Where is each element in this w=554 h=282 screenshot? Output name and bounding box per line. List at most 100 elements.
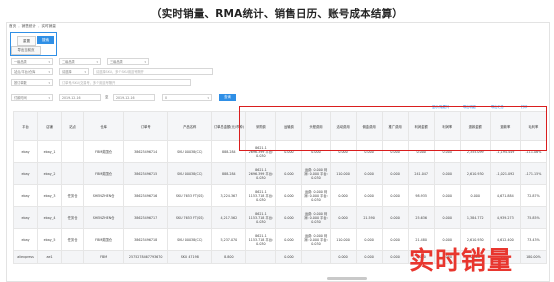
- table-row[interactable]: ebay ebay_4 任务仓 SHENZHEN仓 38623496717 SKU 765…: [12, 206, 548, 229]
- category-level2-select[interactable]: 二级品类 ▾: [59, 58, 101, 65]
- table-cell: SKU 00038(CC): [167, 228, 213, 251]
- column-header[interactable]: 平台: [12, 111, 39, 141]
- order-search-input[interactable]: 订单号/SKU/交易号，多个用逗号隔开: [59, 79, 191, 86]
- table-cell: 0.000: [329, 206, 357, 229]
- table-cell: 运费: 0.000 利润: 0.000 平台: 0.030: [301, 228, 331, 251]
- category-level3-select[interactable]: 三级品类 ▾: [107, 58, 149, 65]
- end-date-input[interactable]: 2019-12-16: [113, 94, 155, 101]
- table-row[interactable]: ebay ebay_3 任务仓 SHENZHEN仓 38623496716 SKU 765…: [12, 184, 548, 207]
- table-cell: 8621.1 1153.718 平台: 0.030: [245, 206, 277, 229]
- column-header[interactable]: 店铺: [37, 111, 63, 141]
- table-cell: 8.800: [211, 250, 247, 264]
- breadcrumb-item: 实时销量: [41, 24, 56, 28]
- table-cell: ebay: [12, 162, 39, 185]
- breadcrumb: 首页 › 销售统计 › 实时销量: [9, 24, 56, 29]
- table-cell: 5,237.070: [211, 228, 247, 251]
- column-header[interactable]: 仓库: [83, 111, 125, 141]
- table-cell: 110.000: [329, 228, 357, 251]
- chevron-down-icon: ▾: [48, 70, 50, 74]
- table-cell: 任务仓: [61, 206, 85, 229]
- table-cell: 0.000: [459, 184, 491, 207]
- start-date-input[interactable]: 2019-12-16: [59, 94, 101, 101]
- table-cell: 0.000: [275, 250, 303, 264]
- table-cell: ebay_5: [37, 228, 63, 251]
- reset-button[interactable]: 重置: [17, 36, 36, 46]
- table-cell: 任务仓: [61, 228, 85, 251]
- table-cell: [61, 162, 85, 185]
- table-cell: FBM英国仓: [83, 228, 125, 251]
- breadcrumb-item[interactable]: 销售统计: [22, 24, 36, 29]
- table-cell: SKU 7653 FT(SS): [167, 184, 213, 207]
- table-cell: 0.000: [275, 228, 303, 251]
- table-cell: 25.636: [407, 206, 435, 229]
- sku-input[interactable]: 请选择SKU，多个SKU用逗号隔开: [93, 68, 213, 75]
- table-cell: FBM英国仓: [83, 162, 125, 185]
- table-cell: 1,384.772: [459, 206, 491, 229]
- table-cell: 3,224.367: [211, 184, 247, 207]
- table-cell: ebay_2: [37, 162, 63, 185]
- horizontal-scrollbar[interactable]: [327, 277, 367, 280]
- table-cell: 0.000: [329, 184, 357, 207]
- table-cell: 4,671.884: [489, 184, 521, 207]
- table-cell: 0.000: [381, 206, 409, 229]
- table-cell: 21.590: [355, 206, 383, 229]
- table-cell: 0.000: [275, 206, 303, 229]
- chevron-down-icon: ▾: [48, 81, 50, 85]
- table-cell: 38623496715: [123, 162, 169, 185]
- table-cell: ebay: [12, 184, 39, 207]
- chevron-down-icon: ▾: [48, 96, 50, 100]
- table-cell: 75.85%: [519, 206, 548, 229]
- table-cell: ae1: [37, 250, 63, 264]
- column-header[interactable]: 产品名称: [167, 111, 213, 141]
- table-cell: 运费: 0.000 利润: 0.000 平台: 0.030: [301, 206, 331, 229]
- table-cell: 0.000: [275, 162, 303, 185]
- table-cell: SKU 7653 FT(SS): [167, 206, 213, 229]
- table-cell: SHENZHEN仓: [83, 206, 125, 229]
- table-cell: 72.87%: [519, 184, 548, 207]
- table-cell: 0.000: [381, 162, 409, 185]
- table-cell: FBM: [83, 250, 125, 264]
- table-cell: 8621.1 1153.718 平台: 0.030: [245, 228, 277, 251]
- table-cell: 0.000: [433, 162, 461, 185]
- time-type-select[interactable]: 付款时间 ▾: [11, 94, 53, 101]
- category-level1-select[interactable]: 一级品类 ▾: [11, 58, 53, 65]
- order-type-select[interactable]: 按订单数 ▾: [11, 79, 53, 86]
- export-page-button[interactable]: 导出当前页: [11, 46, 41, 55]
- chevron-down-icon: ▾: [144, 60, 146, 64]
- table-cell: SKU 00038(CC): [167, 162, 213, 185]
- table-cell: 任务仓: [61, 184, 85, 207]
- table-cell: SKU 00038(CC): [167, 140, 213, 163]
- site-platform-select[interactable]: 站点/平台/仓库 ▾: [11, 68, 53, 75]
- realtime-metrics-highlight: [239, 106, 547, 151]
- chevron-down-icon: ▾: [48, 60, 50, 64]
- column-header[interactable]: 站点: [61, 111, 85, 141]
- table-cell: ebay: [12, 206, 39, 229]
- table-cell: [301, 250, 331, 264]
- app-screenshot: 首页 › 销售统计 › 实时销量 重置 搜索 导出当前页 一级品类 ▾ 二级品类 ▾…: [6, 22, 550, 282]
- table-cell: -171.15%: [519, 162, 548, 185]
- page-banner: （实时销量、RMA统计、销售日历、账号成本结算）: [151, 8, 403, 20]
- date-range-separator: 至: [105, 95, 109, 99]
- table-cell: 4,217.562: [211, 206, 247, 229]
- currency-select[interactable]: 0 ▾: [162, 94, 212, 101]
- column-header[interactable]: 订单号: [123, 111, 169, 141]
- table-cell: 4,939.273: [489, 206, 521, 229]
- table-cell: 8621.1 1153.718 平台: 0.030: [245, 184, 277, 207]
- chevron-down-icon: ▾: [96, 60, 98, 64]
- search-button[interactable]: 搜索: [37, 36, 54, 44]
- overlay-caption: 实时销量: [409, 246, 514, 275]
- table-cell: 0.000: [355, 184, 383, 207]
- table-cell: 241.047: [407, 162, 435, 185]
- table-cell: 110.000: [329, 162, 357, 185]
- query-button[interactable]: 查询: [219, 94, 236, 101]
- table-cell: 2575278467793670: [123, 250, 169, 264]
- breadcrumb-item[interactable]: 首页: [9, 24, 16, 29]
- table-cell: 8621.1 2696.399 平台: 0.030: [245, 162, 277, 185]
- table-cell: ebay: [12, 228, 39, 251]
- table-row[interactable]: ebay ebay_2 FBM英国仓 38623496715 SKU 00038(CC)…: [12, 162, 548, 185]
- table-cell: 38623496718: [123, 228, 169, 251]
- option-select[interactable]: 请选择 ▾: [59, 68, 89, 75]
- table-cell: 运费: 0.000 利润: 0.000 平台: 0.030: [301, 162, 331, 185]
- table-cell: 2,610.930: [459, 162, 491, 185]
- table-cell: [245, 250, 277, 264]
